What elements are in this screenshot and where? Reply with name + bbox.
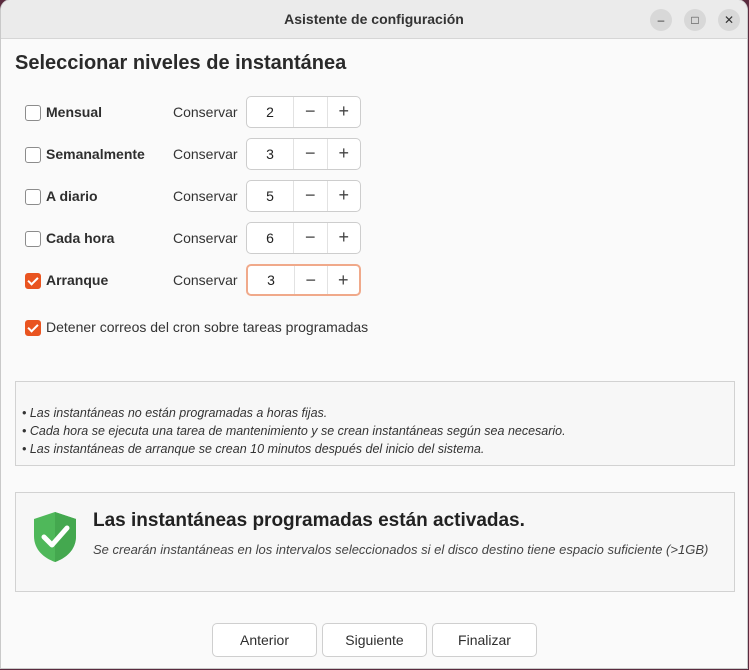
minimize-button[interactable]: – [650,9,672,31]
monthly-decrement-button[interactable]: − [294,97,328,127]
weekly-spinner: 3 − + [246,138,361,170]
level-row-weekly: Semanalmente Conservar 3 − + [25,138,385,172]
boot-decrement-button[interactable]: − [295,266,328,294]
status-description: Se crearán instantáneas en los intervalo… [93,542,709,557]
daily-spinner: 5 − + [246,180,361,212]
hourly-checkbox[interactable] [25,231,41,247]
shield-check-icon [34,512,76,562]
notes-panel: • Las instantáneas no están programadas … [15,381,735,466]
monthly-spinner: 2 − + [246,96,361,128]
hourly-increment-button[interactable]: + [328,223,361,253]
daily-label[interactable]: A diario [46,188,98,204]
level-row-monthly: Mensual Conservar 2 − + [25,96,385,130]
status-title: Las instantáneas programadas están activ… [93,510,525,531]
note-line: • Cada hora se ejecuta una tarea de mant… [22,424,566,438]
daily-value-input[interactable]: 5 [247,181,294,211]
hourly-label[interactable]: Cada hora [46,230,114,246]
boot-checkbox[interactable] [25,273,41,289]
hourly-value-input[interactable]: 6 [247,223,294,253]
daily-checkbox[interactable] [25,189,41,205]
title-bar: Asistente de configuración – □ ✕ [1,0,747,39]
boot-label[interactable]: Arranque [46,272,108,288]
weekly-value-input[interactable]: 3 [247,139,294,169]
boot-value-input[interactable]: 3 [248,266,295,294]
keep-label: Conservar [173,146,238,162]
close-button[interactable]: ✕ [718,9,740,31]
monthly-increment-button[interactable]: + [328,97,361,127]
page-heading: Seleccionar niveles de instantánea [15,52,347,74]
window-title: Asistente de configuración [284,11,464,27]
hourly-decrement-button[interactable]: − [294,223,328,253]
stop-cron-emails-checkbox[interactable] [25,320,41,336]
hourly-spinner: 6 − + [246,222,361,254]
monthly-label[interactable]: Mensual [46,104,102,120]
level-row-daily: A diario Conservar 5 − + [25,180,385,214]
keep-label: Conservar [173,230,238,246]
level-row-boot: Arranque Conservar 3 − + [25,264,385,298]
status-panel: Las instantáneas programadas están activ… [15,492,735,592]
monthly-value-input[interactable]: 2 [247,97,294,127]
weekly-label[interactable]: Semanalmente [46,146,145,162]
keep-label: Conservar [173,188,238,204]
back-button[interactable]: Anterior [212,623,317,657]
boot-increment-button[interactable]: + [328,266,360,294]
monthly-checkbox[interactable] [25,105,41,121]
note-line: • Las instantáneas no están programadas … [22,406,328,420]
stop-cron-emails-label[interactable]: Detener correos del cron sobre tareas pr… [46,319,368,335]
weekly-increment-button[interactable]: + [328,139,361,169]
finish-button[interactable]: Finalizar [432,623,537,657]
weekly-decrement-button[interactable]: − [294,139,328,169]
weekly-checkbox[interactable] [25,147,41,163]
note-line: • Las instantáneas de arranque se crean … [22,442,485,456]
keep-label: Conservar [173,272,238,288]
setup-wizard-window: Asistente de configuración – □ ✕ Selecci… [1,0,747,668]
next-button[interactable]: Siguiente [322,623,427,657]
daily-decrement-button[interactable]: − [294,181,328,211]
daily-increment-button[interactable]: + [328,181,361,211]
maximize-button[interactable]: □ [684,9,706,31]
keep-label: Conservar [173,104,238,120]
boot-spinner: 3 − + [246,264,361,296]
level-row-hourly: Cada hora Conservar 6 − + [25,222,385,256]
